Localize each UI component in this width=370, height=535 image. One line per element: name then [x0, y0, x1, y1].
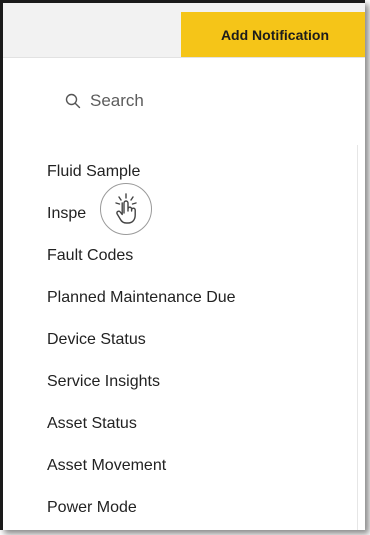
notification-panel: Add Notification Fluid Sample Inspe Faul…	[0, 0, 365, 530]
list-item-power-mode[interactable]: Power Mode	[47, 487, 236, 529]
add-notification-button[interactable]: Add Notification	[181, 12, 365, 57]
list-item-fault-codes[interactable]: Fault Codes	[47, 235, 236, 277]
search-input[interactable]	[90, 91, 230, 111]
list-item-asset-status[interactable]: Asset Status	[47, 403, 236, 445]
search-box[interactable]	[65, 91, 230, 111]
tap-hand-icon	[115, 193, 137, 224]
top-bar: Add Notification	[3, 3, 365, 58]
list-item-asset-movement[interactable]: Asset Movement	[47, 445, 236, 487]
list-item-fluid-sample[interactable]: Fluid Sample	[47, 151, 236, 193]
panel-divider	[357, 145, 358, 530]
list-item-planned-maintenance-due[interactable]: Planned Maintenance Due	[47, 277, 236, 319]
list-item-service-insights[interactable]: Service Insights	[47, 361, 236, 403]
search-icon	[65, 93, 81, 109]
tap-cursor	[100, 183, 152, 235]
list-item-device-status[interactable]: Device Status	[47, 319, 236, 361]
